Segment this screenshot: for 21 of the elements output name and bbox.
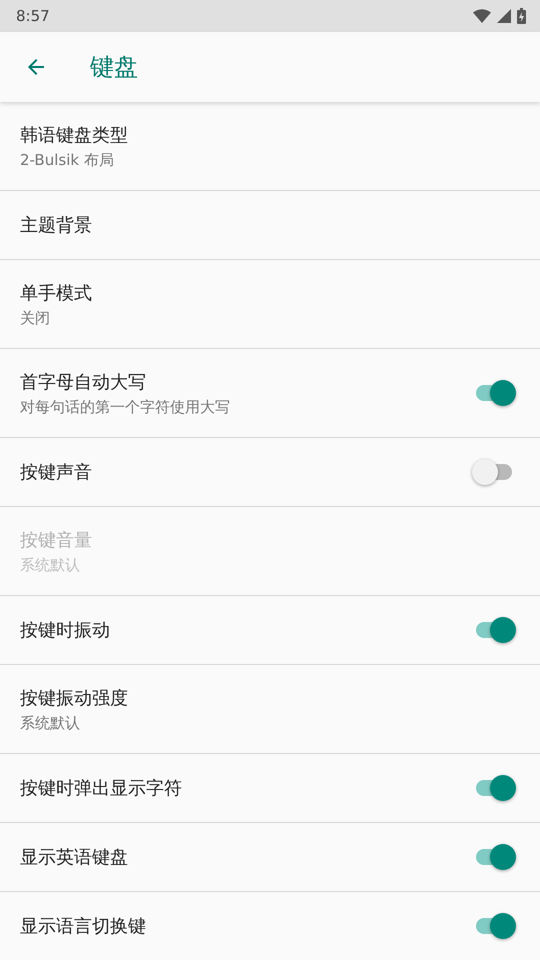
setting-summary: 系统默认	[20, 556, 81, 574]
page-title: 键盘	[90, 52, 138, 83]
setting-title: 首字母自动大写	[20, 370, 147, 394]
setting-title: 韩语键盘类型	[20, 124, 129, 146]
setting-summary: 对每句话的第一个字符使用大写	[20, 398, 231, 416]
battery-icon	[517, 8, 526, 24]
setting-title: 按键振动强度	[20, 686, 129, 710]
setting-title: 按键音量	[20, 528, 93, 552]
setting-title: 显示英语键盘	[20, 846, 129, 869]
setting-title: 按键声音	[20, 461, 93, 484]
setting-summary: 关闭	[20, 308, 51, 328]
setting-title: 显示语言切换键	[20, 915, 147, 938]
signal-icon	[497, 9, 511, 23]
setting-summary: 2-Bulsik 布局	[20, 150, 115, 170]
setting-title: 按键时弹出显示字符	[20, 777, 183, 800]
setting-title: 按键时振动	[20, 619, 111, 642]
wifi-icon	[473, 9, 491, 23]
setting-title: 单手模式	[20, 282, 93, 304]
status-time: 8:57	[16, 7, 50, 25]
setting-title: 主题背景	[20, 214, 93, 237]
setting-summary: 系统默认	[20, 714, 81, 732]
